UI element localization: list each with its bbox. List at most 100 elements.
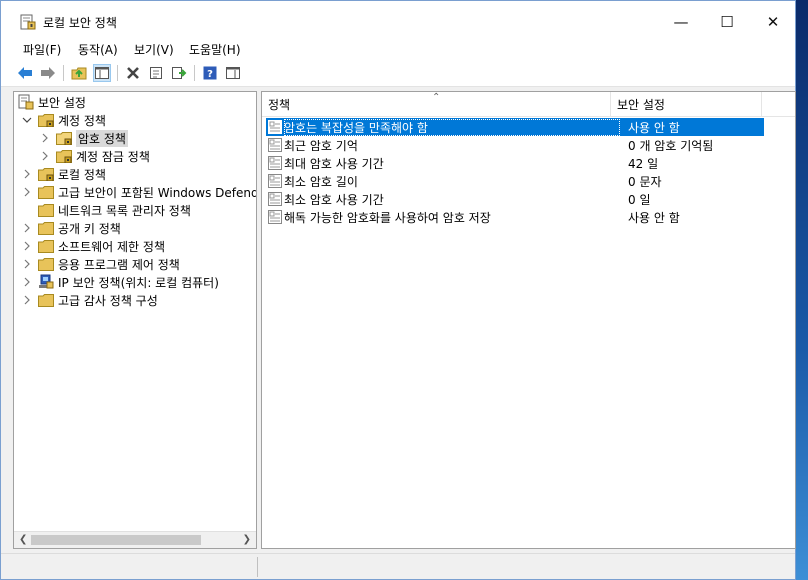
show-hide-tree-icon bbox=[95, 67, 109, 79]
tree-item[interactable]: 응용 프로그램 제어 정책 bbox=[22, 255, 180, 273]
tree-item-label: 계정 잠금 정책 bbox=[76, 149, 150, 164]
policy-value: 사용 안 함 bbox=[628, 210, 680, 225]
policy-value: 사용 안 함 bbox=[628, 120, 680, 135]
tree-horizontal-scrollbar[interactable]: ❮ ❯ bbox=[14, 531, 256, 548]
folder-icon bbox=[38, 185, 54, 199]
export-list-button[interactable] bbox=[170, 64, 188, 82]
policy-row[interactable]: 최소 암호 사용 기간 0 일 bbox=[266, 190, 764, 208]
chevron-right-icon[interactable] bbox=[22, 259, 32, 269]
security-policy-app-icon bbox=[20, 14, 36, 30]
tree-item-label: 응용 프로그램 제어 정책 bbox=[58, 257, 180, 272]
folder-icon bbox=[38, 221, 54, 235]
tree-root-security-settings[interactable]: 보안 설정 bbox=[18, 93, 86, 111]
back-button[interactable] bbox=[16, 64, 34, 82]
maximize-icon: ☐ bbox=[720, 13, 734, 31]
tree-item-label: 로컬 정책 bbox=[58, 167, 106, 182]
up-folder-button[interactable] bbox=[70, 64, 88, 82]
tree-item[interactable]: 암호 정책 bbox=[40, 129, 128, 147]
toolbar-separator bbox=[194, 65, 195, 81]
policy-name: 암호는 복잡성을 만족해야 함 bbox=[284, 118, 620, 136]
tree-item[interactable]: 계정 정책 bbox=[22, 111, 106, 129]
tree-item[interactable]: 고급 감사 정책 구성 bbox=[22, 291, 158, 309]
scroll-right-icon[interactable]: ❯ bbox=[243, 534, 251, 545]
tree-pane[interactable]: 보안 설정 계정 정책 암호 정책계정 잠금 정책로컬 정책 고급 보안이 포함된 … bbox=[13, 91, 257, 549]
status-divider bbox=[257, 557, 258, 577]
tree-item-label: 공개 키 정책 bbox=[58, 221, 121, 236]
tree-item-label: 계정 정책 bbox=[58, 113, 106, 128]
menu-help[interactable]: 도움말(H) bbox=[189, 41, 241, 58]
chevron-right-icon[interactable] bbox=[22, 169, 32, 179]
policy-setting-icon bbox=[268, 120, 282, 134]
column-header-policy[interactable]: 정책 bbox=[262, 92, 610, 117]
delete-button[interactable] bbox=[124, 64, 142, 82]
forward-icon bbox=[41, 67, 55, 79]
menu-file[interactable]: 파일(F) bbox=[23, 41, 61, 58]
column-divider[interactable] bbox=[761, 92, 762, 117]
desktop-background bbox=[794, 0, 808, 580]
policy-row[interactable]: 해독 가능한 암호화를 사용하여 암호 저장 사용 안 함 bbox=[266, 208, 764, 226]
tree-item-label: 보안 설정 bbox=[38, 95, 86, 110]
show-action-pane-icon bbox=[226, 67, 240, 79]
policy-name: 최소 암호 사용 기간 bbox=[284, 192, 384, 207]
tree-item-label: 네트워크 목록 관리자 정책 bbox=[58, 203, 191, 218]
policy-setting-icon bbox=[268, 210, 282, 224]
back-icon bbox=[18, 67, 32, 79]
toolbar: ? bbox=[1, 59, 795, 87]
close-icon: ✕ bbox=[766, 13, 780, 31]
policy-list-pane[interactable]: ⌃ 정책 보안 설정 암호는 복잡성을 만족해야 함 사용 안 함 최근 암호 기억… bbox=[261, 91, 796, 549]
policy-folder-icon bbox=[38, 113, 54, 127]
ip-security-icon bbox=[39, 274, 54, 289]
column-headers: ⌃ 정책 보안 설정 bbox=[262, 92, 795, 117]
tree-item-label: IP 보안 정책(위치: 로컬 컴퓨터) bbox=[58, 275, 219, 290]
tree-item[interactable]: 계정 잠금 정책 bbox=[40, 147, 150, 165]
show-action-pane-button[interactable] bbox=[224, 64, 242, 82]
toolbar-separator bbox=[117, 65, 118, 81]
policy-folder-icon bbox=[38, 167, 54, 181]
tree-item[interactable]: 네트워크 목록 관리자 정책 bbox=[22, 201, 191, 219]
policy-row[interactable]: 최대 암호 사용 기간 42 일 bbox=[266, 154, 764, 172]
chevron-right-icon[interactable] bbox=[22, 277, 32, 287]
status-bar bbox=[1, 553, 795, 579]
policy-name: 최근 암호 기억 bbox=[284, 138, 358, 153]
policy-row[interactable]: 최근 암호 기억 0 개 암호 기억됨 bbox=[266, 136, 764, 154]
chevron-right-icon[interactable] bbox=[22, 187, 32, 197]
policy-setting-icon bbox=[268, 174, 282, 188]
menu-action[interactable]: 동작(A) bbox=[78, 41, 118, 58]
policy-name: 최대 암호 사용 기간 bbox=[284, 156, 384, 171]
chevron-right-icon[interactable] bbox=[40, 133, 50, 143]
scroll-left-icon[interactable]: ❮ bbox=[19, 534, 27, 545]
export-list-icon bbox=[172, 67, 187, 79]
tree-item[interactable]: 소프트웨어 제한 정책 bbox=[22, 237, 165, 255]
security-settings-icon bbox=[18, 94, 34, 110]
help-button[interactable]: ? bbox=[201, 64, 219, 82]
policy-row[interactable]: 최소 암호 길이 0 문자 bbox=[266, 172, 764, 190]
tree-item[interactable]: IP 보안 정책(위치: 로컬 컴퓨터) bbox=[22, 273, 219, 291]
chevron-right-icon[interactable] bbox=[22, 223, 32, 233]
policy-value: 0 일 bbox=[628, 192, 651, 207]
policy-row[interactable]: 암호는 복잡성을 만족해야 함 사용 안 함 bbox=[266, 118, 764, 136]
forward-button[interactable] bbox=[39, 64, 57, 82]
policy-value: 0 문자 bbox=[628, 174, 662, 189]
scrollbar-thumb[interactable] bbox=[31, 535, 201, 545]
column-header-security-setting[interactable]: 보안 설정 bbox=[611, 92, 761, 117]
delete-icon bbox=[127, 67, 139, 79]
local-security-policy-window: 로컬 보안 정책 — ☐ ✕ 파일(F) 동작(A) 보기(V) 도움말(H) bbox=[0, 0, 796, 580]
menu-bar: 파일(F) 동작(A) 보기(V) 도움말(H) bbox=[1, 37, 795, 59]
policy-name: 최소 암호 길이 bbox=[284, 174, 358, 189]
folder-icon bbox=[38, 203, 54, 217]
folder-icon bbox=[38, 293, 54, 307]
window-title: 로컬 보안 정책 bbox=[43, 16, 117, 30]
menu-view[interactable]: 보기(V) bbox=[134, 41, 174, 58]
tree-item[interactable]: 로컬 정책 bbox=[22, 165, 106, 183]
chevron-right-icon[interactable] bbox=[22, 295, 32, 305]
chevron-right-icon[interactable] bbox=[22, 241, 32, 251]
toolbar-separator bbox=[63, 65, 64, 81]
tree-item[interactable]: 고급 보안이 포함된 Windows Defende bbox=[22, 183, 256, 201]
show-hide-tree-button[interactable] bbox=[93, 64, 111, 82]
chevron-right-icon[interactable] bbox=[40, 151, 50, 161]
chevron-down-icon[interactable] bbox=[22, 115, 32, 125]
policy-setting-icon bbox=[268, 156, 282, 170]
tree-item[interactable]: 공개 키 정책 bbox=[22, 219, 121, 237]
help-icon: ? bbox=[203, 66, 217, 80]
properties-button[interactable] bbox=[147, 64, 165, 82]
